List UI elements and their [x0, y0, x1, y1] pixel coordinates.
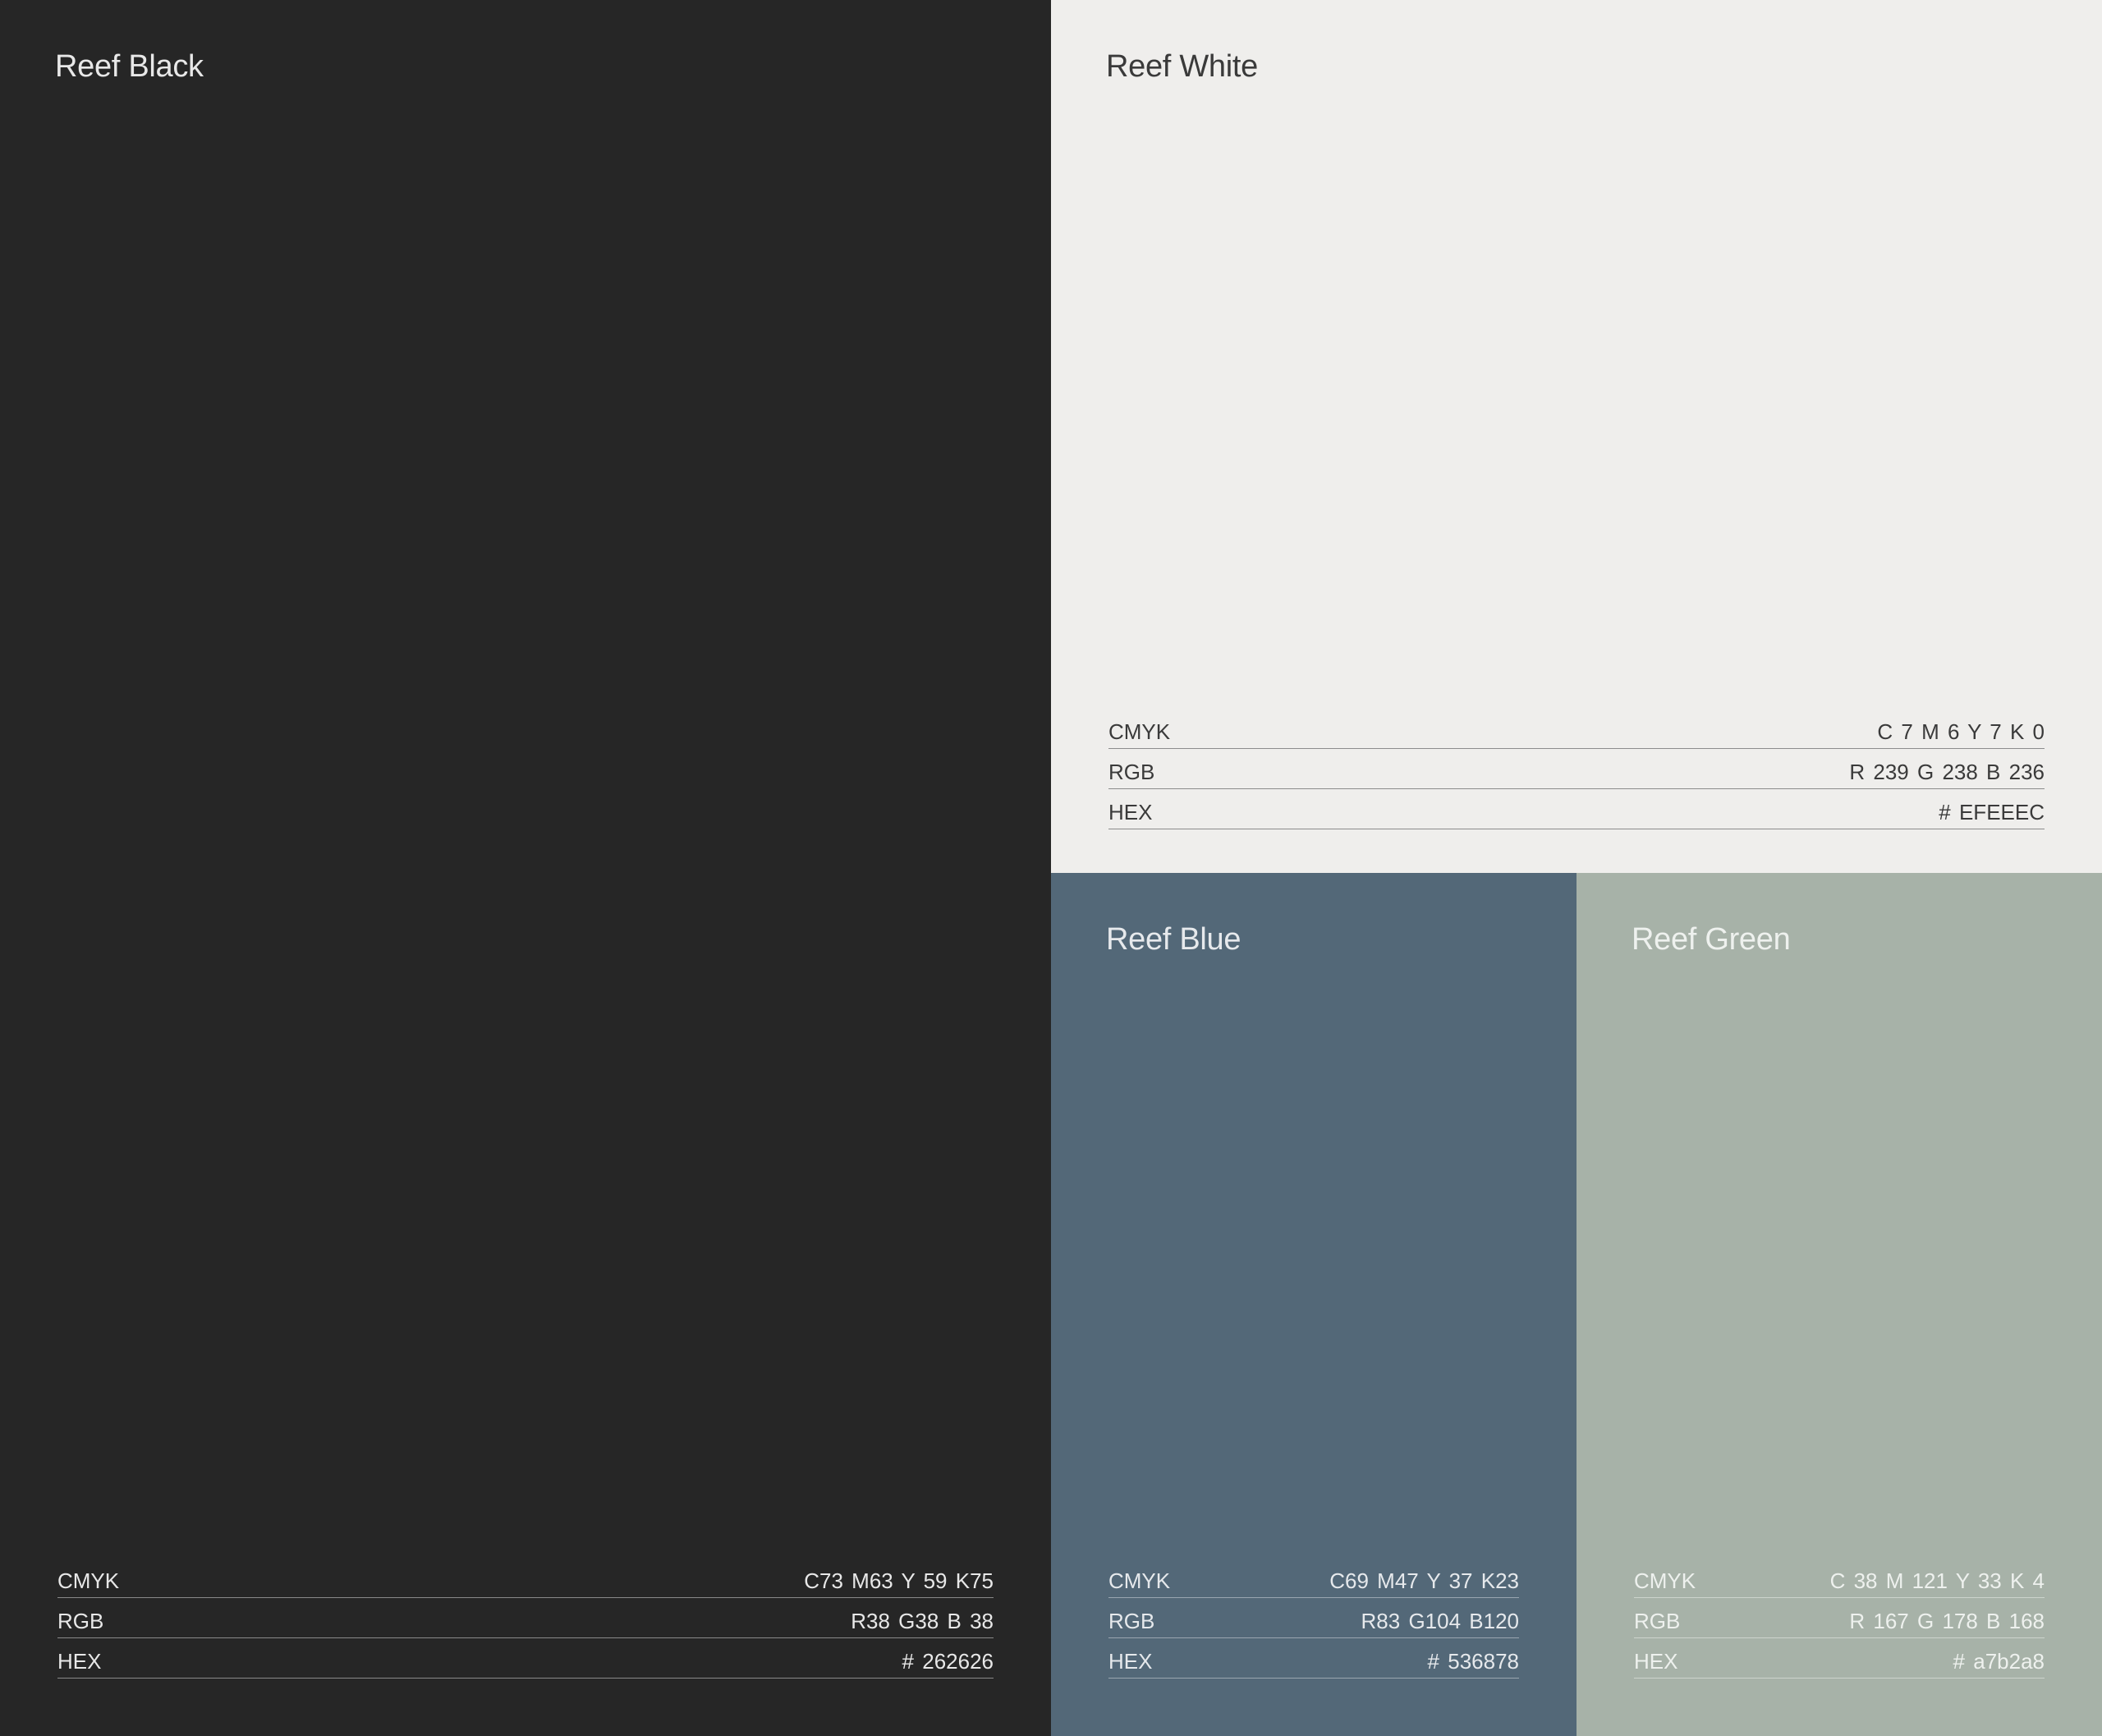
spec-value: R 239 G 238 B 236: [1849, 760, 2045, 784]
swatch-name: Reef Blue: [1106, 922, 1241, 957]
color-specs: CMYK C 38 M 121 Y 33 K 4 RGB R 167 G 178…: [1634, 1558, 2045, 1679]
spec-label: RGB: [1108, 1609, 1155, 1633]
spec-value: C69 M47 Y 37 K23: [1329, 1568, 1519, 1593]
spec-row-cmyk: CMYK C 38 M 121 Y 33 K 4: [1634, 1558, 2045, 1598]
spec-label: HEX: [1108, 800, 1153, 824]
swatch-reef-black: Reef Black CMYK C73 M63 Y 59 K75 RGB R38…: [0, 0, 1051, 1736]
spec-value: # 262626: [902, 1649, 994, 1674]
swatch-name: Reef Green: [1632, 922, 1791, 957]
spec-label: CMYK: [1108, 719, 1171, 744]
spec-label: HEX: [57, 1649, 102, 1674]
spec-row-hex: HEX # EFEEEC: [1108, 789, 2045, 829]
spec-row-rgb: RGB R38 G38 B 38: [57, 1598, 994, 1638]
spec-row-hex: HEX # 536878: [1108, 1638, 1519, 1679]
spec-value: # a7b2a8: [1953, 1649, 2045, 1674]
spec-row-rgb: RGB R 239 G 238 B 236: [1108, 749, 2045, 789]
spec-value: R38 G38 B 38: [851, 1609, 994, 1633]
swatch-reef-white: Reef White CMYK C 7 M 6 Y 7 K 0 RGB R 23…: [1051, 0, 2102, 873]
spec-label: RGB: [57, 1609, 104, 1633]
spec-row-cmyk: CMYK C73 M63 Y 59 K75: [57, 1558, 994, 1598]
spec-label: HEX: [1634, 1649, 1678, 1674]
spec-label: HEX: [1108, 1649, 1153, 1674]
swatch-reef-green: Reef Green CMYK C 38 M 121 Y 33 K 4 RGB …: [1576, 873, 2102, 1736]
color-specs: CMYK C69 M47 Y 37 K23 RGB R83 G104 B120 …: [1108, 1558, 1519, 1679]
spec-value: # EFEEEC: [1939, 800, 2045, 824]
spec-row-cmyk: CMYK C69 M47 Y 37 K23: [1108, 1558, 1519, 1598]
spec-value: # 536878: [1427, 1649, 1519, 1674]
spec-value: C 7 M 6 Y 7 K 0: [1877, 719, 2045, 744]
spec-label: CMYK: [57, 1568, 120, 1593]
spec-value: C73 M63 Y 59 K75: [804, 1568, 994, 1593]
spec-row-rgb: RGB R83 G104 B120: [1108, 1598, 1519, 1638]
spec-label: CMYK: [1108, 1568, 1171, 1593]
spec-value: R 167 G 178 B 168: [1849, 1609, 2045, 1633]
color-specs: CMYK C 7 M 6 Y 7 K 0 RGB R 239 G 238 B 2…: [1108, 709, 2045, 829]
color-specs: CMYK C73 M63 Y 59 K75 RGB R38 G38 B 38 H…: [57, 1558, 994, 1679]
spec-row-rgb: RGB R 167 G 178 B 168: [1634, 1598, 2045, 1638]
spec-label: RGB: [1634, 1609, 1681, 1633]
spec-label: RGB: [1108, 760, 1155, 784]
spec-row-hex: HEX # 262626: [57, 1638, 994, 1679]
spec-row-hex: HEX # a7b2a8: [1634, 1638, 2045, 1679]
swatch-name: Reef White: [1106, 49, 1258, 84]
spec-value: R83 G104 B120: [1361, 1609, 1519, 1633]
spec-label: CMYK: [1634, 1568, 1696, 1593]
swatch-reef-blue: Reef Blue CMYK C69 M47 Y 37 K23 RGB R83 …: [1051, 873, 1576, 1736]
spec-value: C 38 M 121 Y 33 K 4: [1829, 1568, 2045, 1593]
swatch-name: Reef Black: [55, 49, 204, 84]
spec-row-cmyk: CMYK C 7 M 6 Y 7 K 0: [1108, 709, 2045, 749]
